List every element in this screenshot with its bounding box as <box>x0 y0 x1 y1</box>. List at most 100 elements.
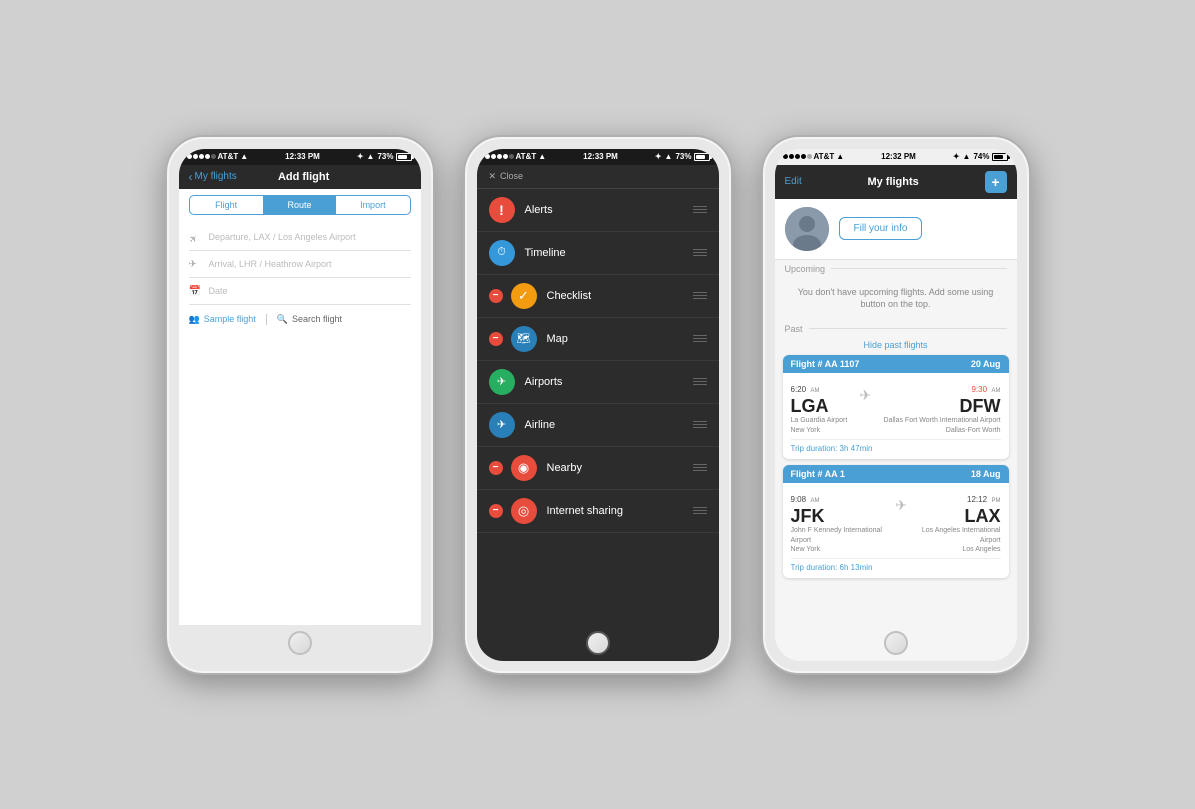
nearby-icon: ◉ <box>511 455 537 481</box>
flight-date-2: 18 Aug <box>971 469 1001 479</box>
tab-route[interactable]: Route <box>263 196 336 214</box>
battery-icon-2 <box>694 153 710 161</box>
menu-item-map[interactable]: − 🗺 Map <box>477 318 719 361</box>
menu-item-checklist[interactable]: − ✓ Checklist <box>477 275 719 318</box>
time-3: 12:32 PM <box>881 152 916 161</box>
home-button-3[interactable] <box>775 625 1017 661</box>
time-2: 12:33 PM <box>583 152 618 161</box>
p2-dot3 <box>497 154 502 159</box>
tab-flight[interactable]: Flight <box>190 196 263 214</box>
arr-code-1: DFW <box>884 397 1001 417</box>
menu-item-alerts[interactable]: ! Alerts <box>477 189 719 232</box>
battery-pct-2: 73% <box>675 152 691 161</box>
phone-1: AT&T ▲ 12:33 PM ✦ ▲ 73% ‹ My flights <box>165 135 435 675</box>
map-minus-badge: − <box>489 332 503 346</box>
home-button-2[interactable] <box>477 625 719 661</box>
timeline-handle <box>693 249 707 256</box>
internet-minus-badge: − <box>489 504 503 518</box>
alerts-icon: ! <box>489 197 515 223</box>
menu-item-airline[interactable]: ✈ Airline <box>477 404 719 447</box>
menu-item-nearby[interactable]: − ◉ Nearby <box>477 447 719 490</box>
back-label-1: My flights <box>195 171 237 182</box>
add-flight-button[interactable]: + <box>985 171 1007 193</box>
close-button[interactable]: ✕ Close <box>489 171 524 182</box>
sample-flight-icon: 👥 <box>189 314 200 325</box>
phone3-nav: Edit My flights + <box>775 165 1017 199</box>
phone2-screen: ✕ Close ! Alerts <box>477 165 719 625</box>
phone3-content: Fill your info Upcoming You don't have u… <box>775 199 1017 625</box>
arr-info-1: 9:30 AM DFW Dallas Fort Worth Internatio… <box>884 379 1001 435</box>
hide-past-button[interactable]: Hide past flights <box>775 337 1017 355</box>
battery-icon-1 <box>396 153 412 161</box>
map-handle <box>693 335 707 342</box>
arr-code-2: LAX <box>913 507 1001 527</box>
close-icon: ✕ <box>489 171 497 182</box>
date-field[interactable]: 📅 Date <box>189 279 411 305</box>
menu-item-airports[interactable]: ✈ Airports <box>477 361 719 404</box>
flight-card-1-body: 6:20 AM LGA La Guardia Airport New York … <box>783 373 1009 459</box>
dep-time-2: 9:08 <box>791 495 807 504</box>
wifi-icon-2: ▲ <box>538 152 546 161</box>
p3-dot1 <box>783 154 788 159</box>
past-label: Past <box>785 324 803 334</box>
search-flight-button[interactable]: 🔍 Search flight <box>267 314 342 325</box>
flight-card-2-header: Flight # AA 1 18 Aug <box>783 465 1009 483</box>
past-section: Past <box>775 321 1017 337</box>
sample-flight-label: Sample flight <box>204 314 256 324</box>
arr-info-2: 12:12 PM LAX Los Angeles International A… <box>913 489 1001 554</box>
avatar-image <box>785 207 829 251</box>
battery-pct-3: 74% <box>973 152 989 161</box>
edit-button[interactable]: Edit <box>785 176 802 187</box>
flight-card-1[interactable]: Flight # AA 1107 20 Aug 6:20 AM LGA La G… <box>783 355 1009 459</box>
sample-flight-button[interactable]: 👥 Sample flight <box>189 314 267 325</box>
tab-import[interactable]: Import <box>336 196 409 214</box>
arr-ampm-1: AM <box>992 388 1001 394</box>
status-bar-1: AT&T ▲ 12:33 PM ✦ ▲ 73% <box>179 149 421 165</box>
wifi-icon-1: ▲ <box>240 152 248 161</box>
wifi-icon-3: ▲ <box>836 152 844 161</box>
departure-placeholder: Departure, LAX / Los Angeles Airport <box>209 232 356 242</box>
checklist-label: Checklist <box>547 290 592 302</box>
airports-handle <box>693 378 707 385</box>
fill-info-button[interactable]: Fill your info <box>839 217 923 240</box>
departure-field[interactable]: ✈ Departure, LAX / Los Angeles Airport <box>189 225 411 251</box>
p3-dot3 <box>795 154 800 159</box>
back-chevron-1: ‹ <box>189 171 193 183</box>
signal-dot-2 <box>193 154 198 159</box>
airline-handle <box>693 421 707 428</box>
date-placeholder: Date <box>209 286 228 296</box>
menu-item-checklist-left: ✓ Checklist <box>511 283 693 309</box>
flight-card-2[interactable]: Flight # AA 1 18 Aug 9:08 AM JFK John F … <box>783 465 1009 578</box>
dep-airport-2: John F Kennedy International Airport <box>791 526 890 544</box>
signal-icon-2: ▲ <box>665 152 673 161</box>
dep-ampm-2: AM <box>811 498 820 504</box>
arrival-icon: ✈ <box>189 259 203 270</box>
menu-item-internet[interactable]: − ◎ Internet sharing <box>477 490 719 533</box>
flight-times-2: 9:08 AM JFK John F Kennedy International… <box>791 489 1001 554</box>
internet-handle <box>693 507 707 514</box>
dep-info-1: 6:20 AM LGA La Guardia Airport New York <box>791 379 848 435</box>
menu-item-timeline-left: ⏱ Timeline <box>489 240 693 266</box>
status-bar-2: AT&T ▲ 12:33 PM ✦ ▲ 73% <box>477 149 719 165</box>
departure-icon: ✈ <box>187 228 205 246</box>
bluetooth-icon-1: ✦ <box>357 152 364 161</box>
carrier-2: AT&T <box>516 152 537 161</box>
profile-section: Fill your info <box>775 199 1017 260</box>
back-button-1[interactable]: ‹ My flights <box>189 171 237 183</box>
signal-dot-4 <box>205 154 210 159</box>
carrier-1: AT&T <box>218 152 239 161</box>
home-button-1[interactable] <box>179 625 421 661</box>
battery-icon-3 <box>992 153 1008 161</box>
nearby-minus-badge: − <box>489 461 503 475</box>
menu-item-map-left: 🗺 Map <box>511 326 693 352</box>
home-circle-2 <box>586 631 610 655</box>
arr-city-1: Dallas-Fort Worth <box>884 426 1001 435</box>
home-circle-3 <box>884 631 908 655</box>
menu-list: ! Alerts ⏱ Timeline <box>477 189 719 625</box>
signal-dot-3 <box>199 154 204 159</box>
arrival-placeholder: Arrival, LHR / Heathrow Airport <box>209 259 332 269</box>
arrival-field[interactable]: ✈ Arrival, LHR / Heathrow Airport <box>189 252 411 278</box>
p3-dot4 <box>801 154 806 159</box>
menu-item-timeline[interactable]: ⏱ Timeline <box>477 232 719 275</box>
dep-city-2: New York <box>791 545 890 554</box>
